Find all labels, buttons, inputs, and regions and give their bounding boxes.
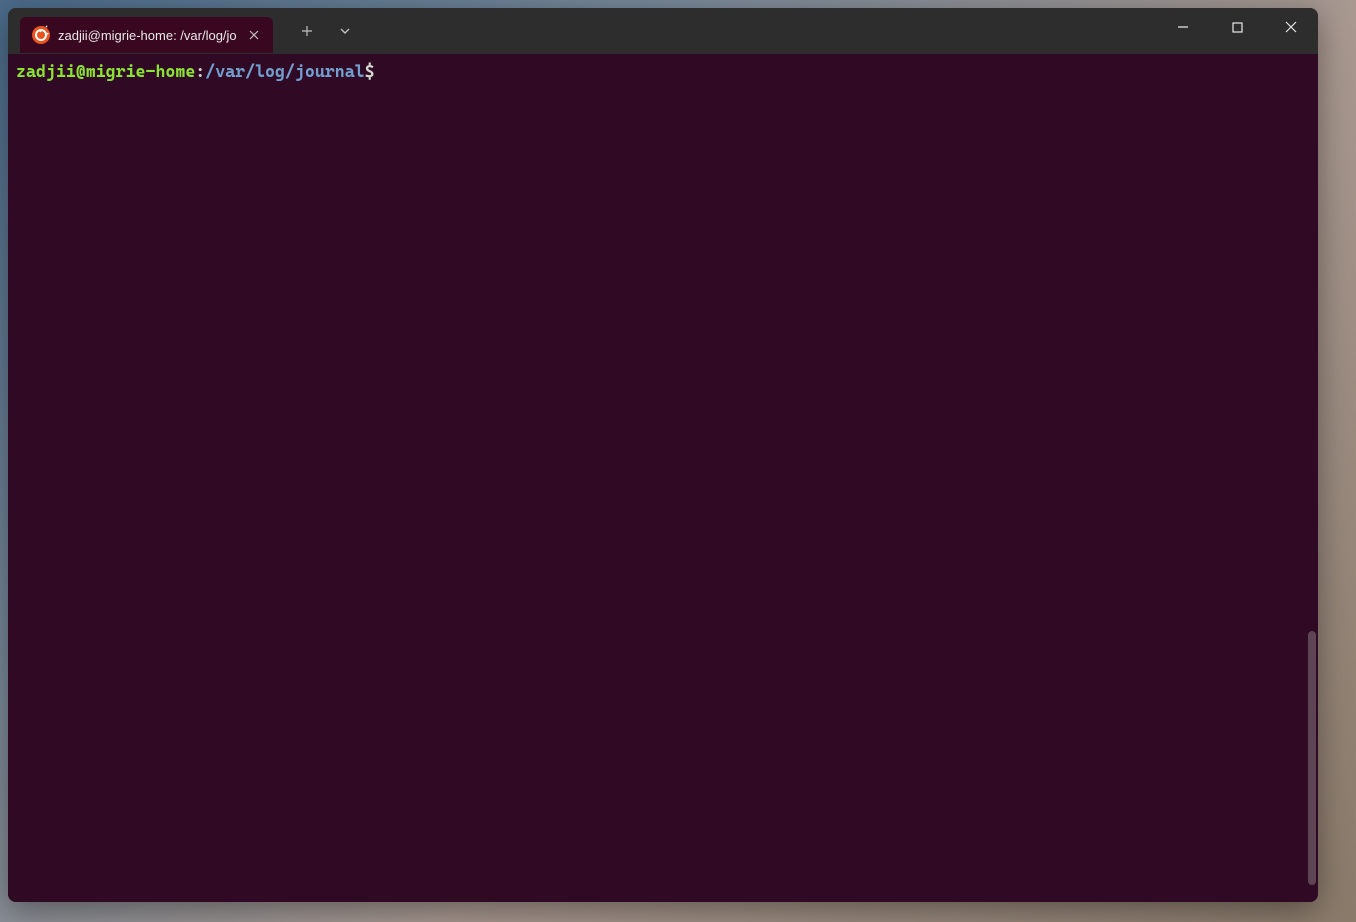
tab-close-button[interactable] bbox=[245, 26, 263, 44]
maximize-button[interactable] bbox=[1210, 8, 1264, 46]
tab-strip: zadjii@migrie-home: /var/log/jo bbox=[8, 8, 361, 54]
tab-active[interactable]: zadjii@migrie-home: /var/log/jo bbox=[20, 17, 273, 53]
prompt-line: zadjii@migrie-home:/var/log/journal$ bbox=[16, 60, 1310, 82]
close-icon bbox=[1285, 21, 1297, 33]
close-icon bbox=[249, 30, 259, 40]
minimize-icon bbox=[1177, 21, 1189, 33]
chevron-down-icon bbox=[339, 27, 351, 35]
ubuntu-icon bbox=[32, 26, 50, 44]
prompt-symbol: $ bbox=[365, 60, 375, 82]
prompt-user-host: zadjii@migrie-home bbox=[16, 60, 195, 82]
scrollbar-thumb[interactable] bbox=[1308, 631, 1316, 885]
terminal-window: zadjii@migrie-home: /var/log/jo bbox=[8, 8, 1318, 902]
scrollbar[interactable] bbox=[1306, 54, 1318, 902]
prompt-separator: : bbox=[195, 60, 205, 82]
window-controls bbox=[1156, 8, 1318, 54]
close-window-button[interactable] bbox=[1264, 8, 1318, 46]
plus-icon bbox=[301, 25, 313, 37]
new-tab-button[interactable] bbox=[291, 15, 323, 47]
prompt-path: /var/log/journal bbox=[205, 60, 364, 82]
maximize-icon bbox=[1232, 22, 1243, 33]
minimize-button[interactable] bbox=[1156, 8, 1210, 46]
tab-actions bbox=[291, 15, 361, 47]
tab-dropdown-button[interactable] bbox=[329, 15, 361, 47]
tab-title: zadjii@migrie-home: /var/log/jo bbox=[58, 28, 237, 43]
terminal-viewport[interactable]: zadjii@migrie-home:/var/log/journal$ bbox=[8, 54, 1318, 902]
titlebar[interactable]: zadjii@migrie-home: /var/log/jo bbox=[8, 8, 1318, 54]
